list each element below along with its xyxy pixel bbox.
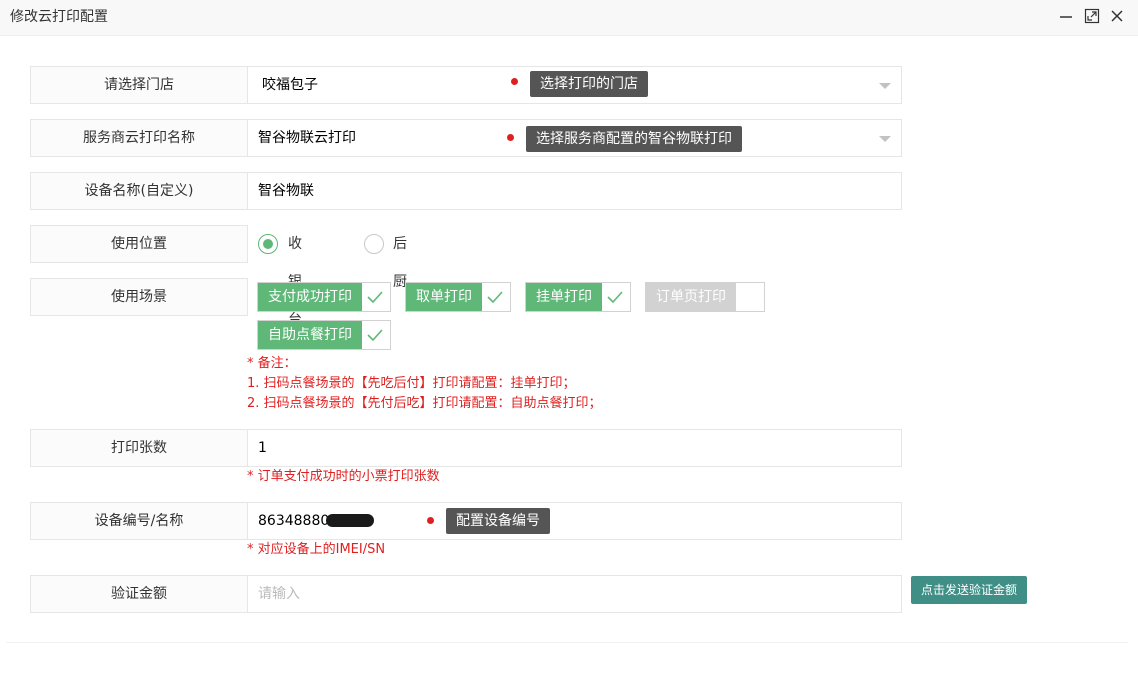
required-dot xyxy=(511,78,518,85)
verify-amount-input[interactable]: 请输入 xyxy=(247,575,902,613)
device-id-label: 设备编号/名称 xyxy=(30,502,248,540)
note-title: * 备注： xyxy=(247,356,297,371)
device-id-value: 86348880 xyxy=(258,513,330,529)
window-titlebar: 修改云打印配置 xyxy=(0,0,1138,36)
scene-order-page-checkbox[interactable]: 订单页打印 xyxy=(645,282,765,312)
maximize-icon[interactable] xyxy=(1083,7,1101,25)
device-id-note: * 对应设备上的IMEI/SN xyxy=(247,542,386,557)
provider-label: 服务商云打印名称 xyxy=(30,119,248,157)
note-line-1: 1. 扫码点餐场景的【先吃后付】打印请配置：挂单打印； xyxy=(247,376,576,391)
scene-pay-success-label: 支付成功打印 xyxy=(258,283,362,311)
provider-value: 智谷物联云打印 xyxy=(258,130,356,146)
copies-input[interactable]: 1 xyxy=(247,429,902,467)
scene-pickup-checkbox[interactable]: 取单打印 xyxy=(405,282,511,312)
device-name-input[interactable]: 智谷物联 xyxy=(247,172,902,210)
minimize-icon[interactable] xyxy=(1057,7,1075,25)
window-title: 修改云打印配置 xyxy=(10,9,108,25)
scenes-label: 使用场景 xyxy=(30,278,248,316)
close-icon[interactable] xyxy=(1108,7,1126,25)
device-id-tooltip: 配置设备编号 xyxy=(446,508,550,534)
position-label: 使用位置 xyxy=(30,225,248,263)
scenes-notes: * 备注： 1. 扫码点餐场景的【先吃后付】打印请配置：挂单打印； 2. 扫码点… xyxy=(247,354,602,414)
radio-cashier[interactable] xyxy=(258,234,278,254)
required-dot xyxy=(427,517,434,524)
store-tooltip: 选择打印的门店 xyxy=(530,71,648,97)
check-icon xyxy=(360,321,390,349)
copies-note: * 订单支付成功时的小票打印张数 xyxy=(247,469,440,484)
send-verify-amount-button[interactable]: 点击发送验证金额 xyxy=(911,576,1027,604)
chevron-down-icon[interactable] xyxy=(879,83,891,89)
device-name-value: 智谷物联 xyxy=(258,183,314,199)
store-label: 请选择门店 xyxy=(30,66,248,104)
store-value: 咬福包子 xyxy=(262,77,318,93)
scene-pay-success-checkbox[interactable]: 支付成功打印 xyxy=(257,282,391,312)
provider-tooltip: 选择服务商配置的智谷物联打印 xyxy=(526,126,742,152)
copies-value: 1 xyxy=(258,440,267,456)
device-name-label: 设备名称(自定义) xyxy=(30,172,248,210)
scene-hold-checkbox[interactable]: 挂单打印 xyxy=(525,282,631,312)
scene-self-order-checkbox[interactable]: 自助点餐打印 xyxy=(257,320,391,350)
scene-pickup-label: 取单打印 xyxy=(406,283,482,311)
required-dot xyxy=(507,134,514,141)
check-icon xyxy=(480,283,510,311)
copies-label: 打印张数 xyxy=(30,429,248,467)
radio-kitchen[interactable] xyxy=(364,234,384,254)
check-icon xyxy=(600,283,630,311)
scene-self-order-label: 自助点餐打印 xyxy=(258,321,362,349)
scene-hold-label: 挂单打印 xyxy=(526,283,602,311)
check-icon xyxy=(360,283,390,311)
redaction-mark xyxy=(326,514,374,527)
chevron-down-icon[interactable] xyxy=(879,136,891,142)
note-line-2: 2. 扫码点餐场景的【先付后吃】打印请配置：自助点餐打印； xyxy=(247,396,602,411)
scene-order-page-label: 订单页打印 xyxy=(646,283,736,311)
verify-amount-placeholder: 请输入 xyxy=(258,586,300,602)
verify-amount-label: 验证金额 xyxy=(30,575,248,613)
